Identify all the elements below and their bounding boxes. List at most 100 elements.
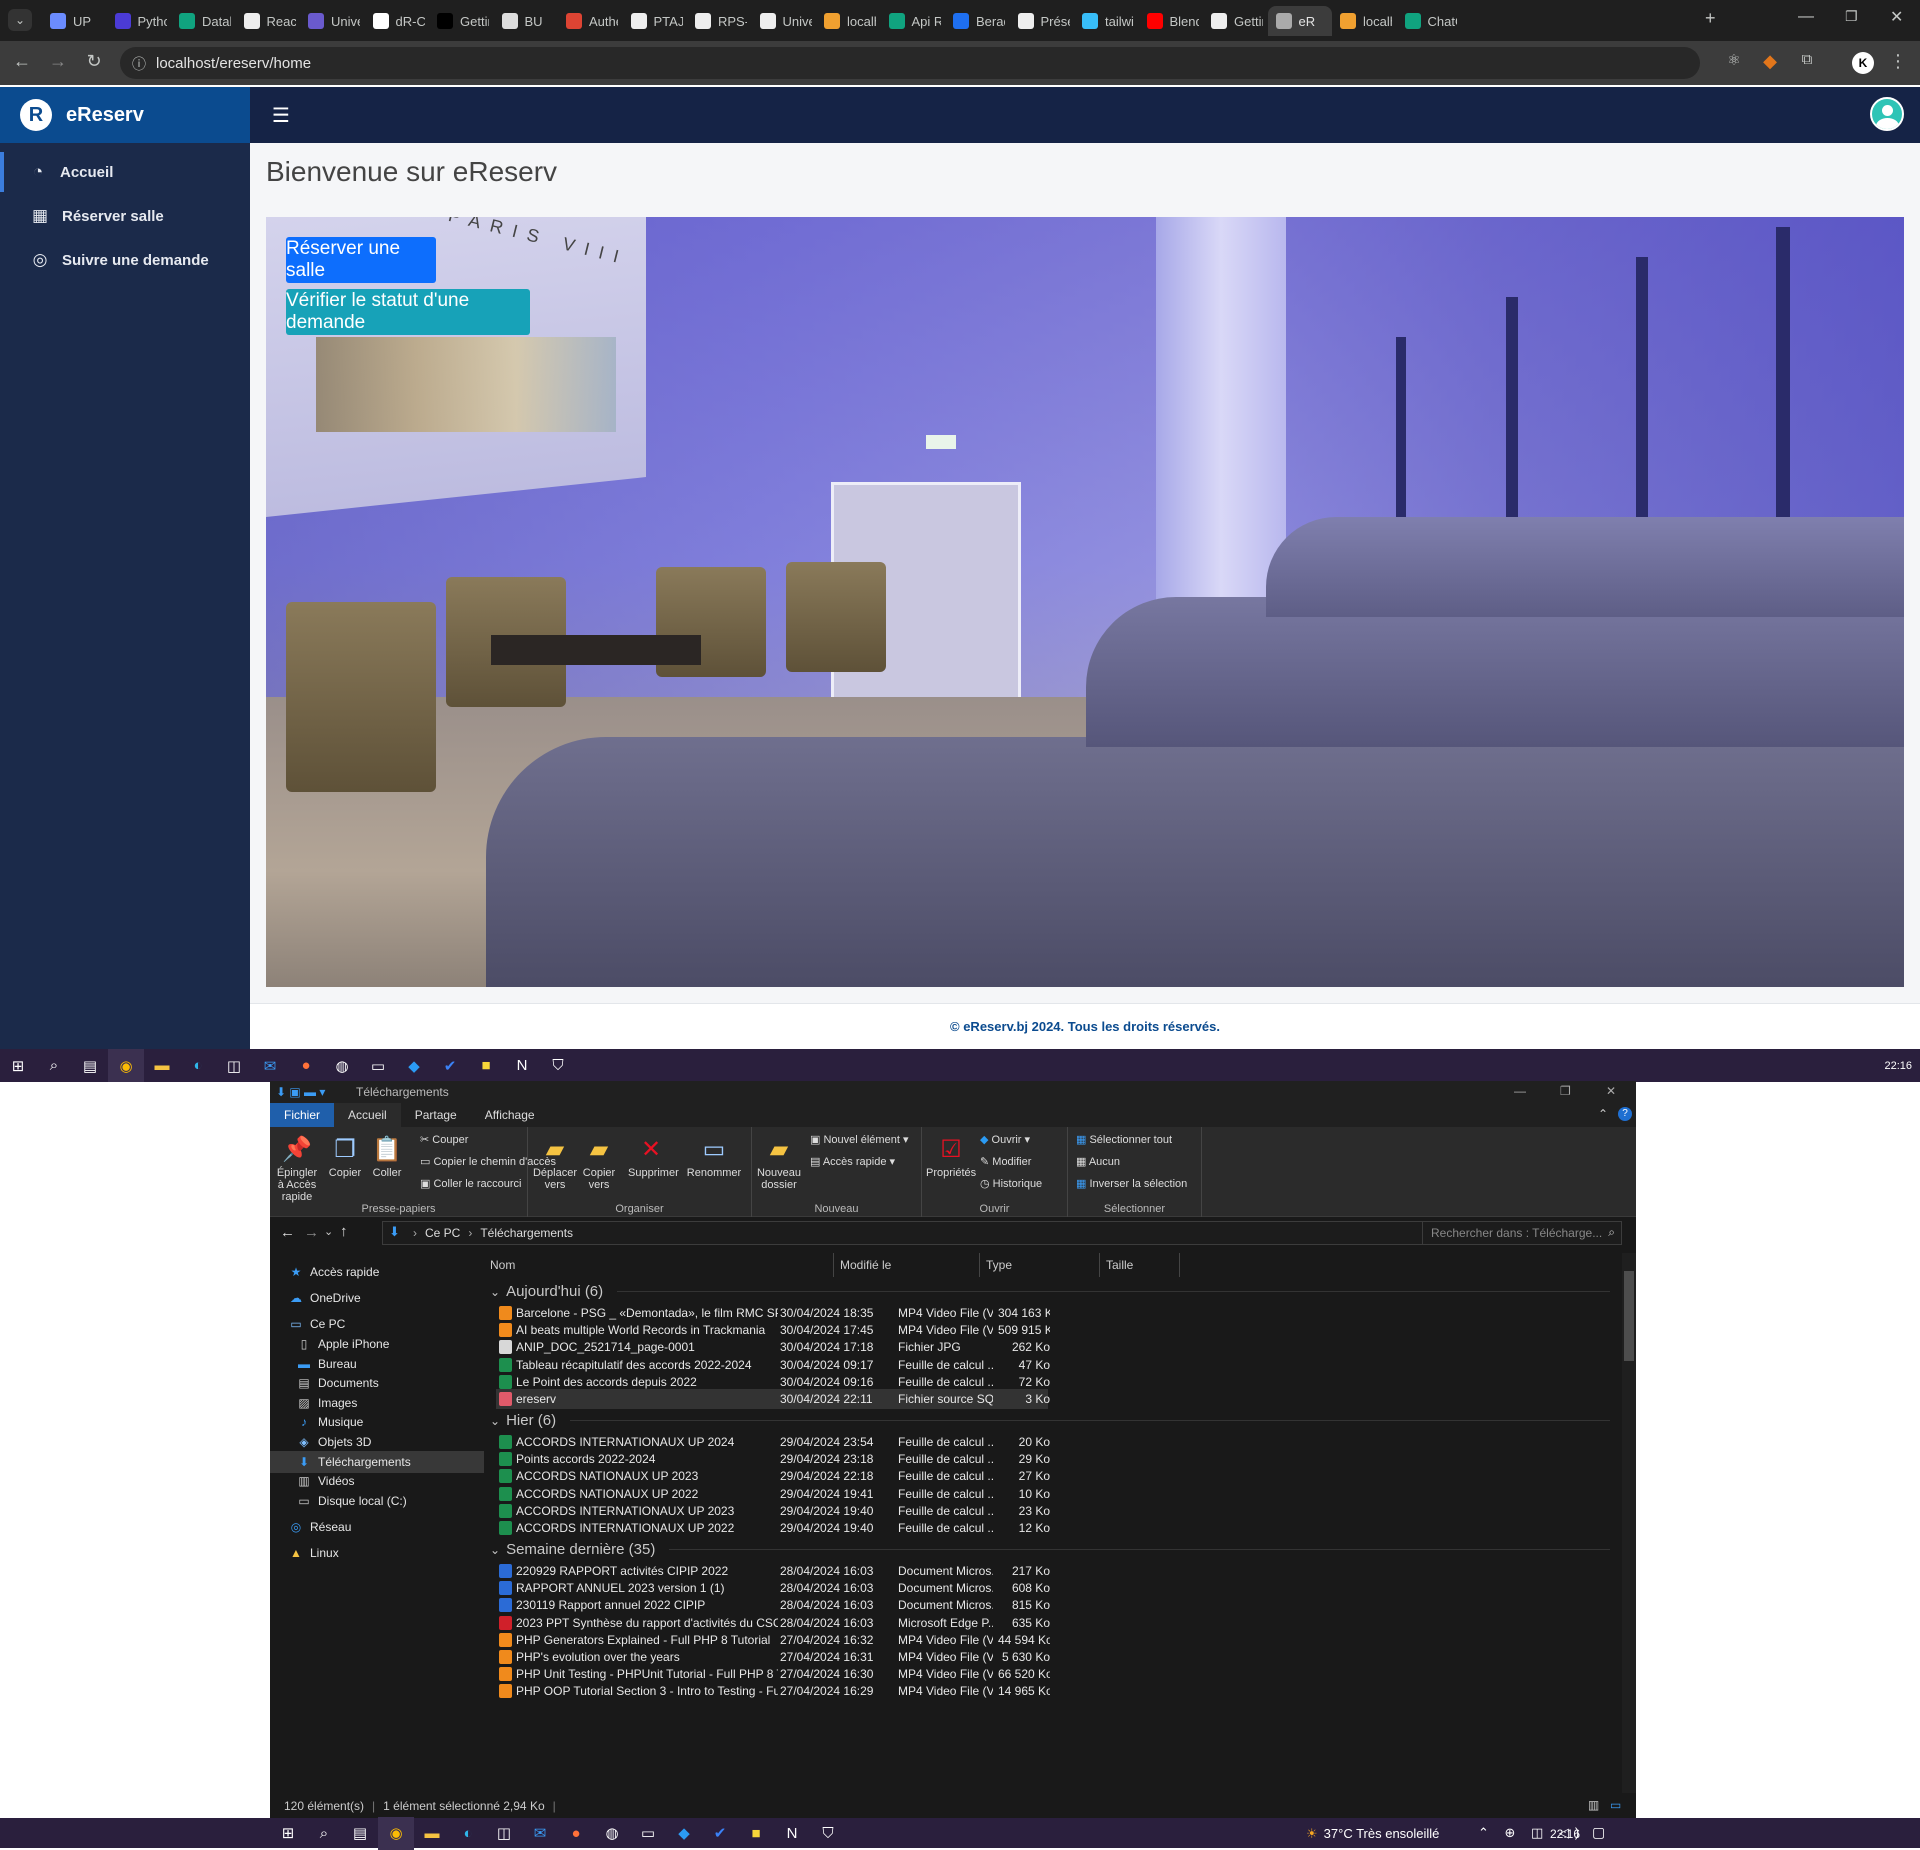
taskbar-clock[interactable]: 22:16: [1550, 1827, 1580, 1841]
weather-widget[interactable]: ☀ 37°C Très ensoleillé: [1306, 1826, 1439, 1842]
vscode-icon[interactable]: ◆: [666, 1817, 702, 1850]
site-info-icon[interactable]: ⓘ: [132, 54, 146, 74]
new-folder-button[interactable]: ▰ Nouveau dossier: [756, 1133, 802, 1191]
edit-button[interactable]: ✎ Modifier: [980, 1155, 1031, 1168]
properties-button[interactable]: ☑ Propriétés: [926, 1133, 976, 1179]
tab-fichier[interactable]: Fichier: [270, 1103, 335, 1127]
breadcrumb-ce-pc[interactable]: Ce PC: [425, 1226, 460, 1240]
nav-item[interactable]: ★ Accès rapide: [270, 1261, 484, 1283]
group-header[interactable]: ⌄ Aujourd'hui (6): [490, 1283, 1610, 1300]
sticky-notes-icon[interactable]: ■: [468, 1049, 504, 1082]
menu-kebab-icon[interactable]: ⋮: [1886, 51, 1910, 72]
browser-tab[interactable]: dR-Cc: [365, 6, 425, 36]
task-view-icon[interactable]: ▤: [342, 1817, 378, 1850]
todo-icon[interactable]: ✔: [432, 1049, 468, 1082]
group-header[interactable]: ⌄ Semaine dernière (35): [490, 1541, 1610, 1558]
browser-tab[interactable]: Blend: [1139, 6, 1199, 36]
github-icon[interactable]: ◍: [594, 1817, 630, 1850]
easy-access-button[interactable]: ▤ Accès rapide ▾: [810, 1155, 895, 1168]
browser-tab[interactable]: PTAJU: [623, 6, 683, 36]
delete-button[interactable]: ✕ Supprimer: [628, 1133, 679, 1179]
todo-icon[interactable]: ✔: [702, 1817, 738, 1850]
paste-button[interactable]: 📋 Coller: [364, 1133, 410, 1179]
browser-tab[interactable]: Préser: [1010, 6, 1070, 36]
paste-shortcut-button[interactable]: ▣ Coller le raccourci: [420, 1177, 521, 1190]
browser-tab[interactable]: BU: [494, 6, 554, 36]
nav-item[interactable]: ▭ Disque local (C:): [270, 1490, 484, 1512]
file-explorer-icon[interactable]: ▬: [414, 1817, 450, 1850]
minimize-icon[interactable]: —: [1514, 1084, 1526, 1098]
select-all-button[interactable]: ▦ Sélectionner tout: [1076, 1133, 1172, 1146]
open-button[interactable]: ◆ Ouvrir ▾: [980, 1133, 1030, 1146]
file-row[interactable]: ACCORDS INTERNATIONAUX UP 2022 29/04/2024…: [496, 1518, 1050, 1538]
forward-icon[interactable]: →: [304, 1224, 319, 1241]
new-tab-icon[interactable]: +: [1705, 8, 1716, 29]
browser-tab[interactable]: React: [236, 6, 296, 36]
column-header-name[interactable]: Nom: [484, 1253, 834, 1277]
check-status-button[interactable]: Vérifier le statut d'une demande: [286, 289, 530, 335]
nav-item[interactable]: ▭ Ce PC: [270, 1313, 484, 1335]
new-item-button[interactable]: ▣ Nouvel élément ▾: [810, 1133, 908, 1146]
browser-tab[interactable]: tailwin: [1074, 6, 1134, 36]
close-window-icon[interactable]: ✕: [1890, 7, 1903, 27]
address-bar[interactable]: ⓘ localhost/ereserv/home: [120, 47, 1700, 79]
vscode-icon[interactable]: ◆: [396, 1049, 432, 1082]
scrollbar[interactable]: [1622, 1253, 1636, 1793]
back-icon[interactable]: ←: [280, 1224, 295, 1241]
notification-icon[interactable]: ▢: [1592, 1824, 1605, 1841]
file-explorer-icon[interactable]: ▬: [144, 1049, 180, 1082]
rename-button[interactable]: ▭ Renommer: [684, 1133, 744, 1179]
mail-icon[interactable]: ✉: [252, 1049, 288, 1082]
file-row[interactable]: PHP OOP Tutorial Section 3 - Intro to Te…: [496, 1681, 1050, 1701]
details-view-icon[interactable]: ▥: [1588, 1798, 1599, 1812]
browser-tab[interactable]: RPS-F: [687, 6, 747, 36]
windows-start-icon[interactable]: ⊞: [270, 1817, 306, 1850]
quick-access-toolbar-icon[interactable]: ⬇ ▣ ▬ ▾: [276, 1085, 325, 1099]
nav-item[interactable]: ▲ Linux: [270, 1542, 484, 1564]
brand[interactable]: R eReserv: [0, 87, 250, 143]
notion-icon[interactable]: N: [774, 1817, 810, 1850]
nav-item[interactable]: ◈ Objets 3D: [270, 1431, 484, 1453]
collapse-ribbon-icon[interactable]: ⌃: [1598, 1107, 1608, 1121]
tab-accueil[interactable]: Accueil: [334, 1103, 401, 1127]
windows-start-icon[interactable]: ⊞: [0, 1049, 36, 1082]
browser-tab[interactable]: Unive: [300, 6, 360, 36]
search-icon[interactable]: ⌕: [306, 1817, 342, 1850]
browser-tab[interactable]: eR: [1267, 6, 1332, 36]
nav-item[interactable]: ☁ OneDrive: [270, 1287, 484, 1309]
back-icon[interactable]: ←: [10, 51, 34, 72]
move-to-button[interactable]: ▰ Déplacer vers: [532, 1133, 578, 1191]
browser-tab[interactable]: Unive: [752, 6, 812, 36]
extension-react-icon[interactable]: ⚛: [1722, 51, 1746, 69]
chrome-icon[interactable]: ◉: [378, 1816, 414, 1850]
nav-item[interactable]: ◎ Réseau: [270, 1516, 484, 1538]
forward-icon[interactable]: →: [46, 51, 70, 72]
browser-tab[interactable]: ChatG: [1397, 6, 1457, 36]
breadcrumb-telechargements[interactable]: Téléchargements: [480, 1226, 573, 1240]
chrome-icon[interactable]: ◉: [108, 1049, 144, 1082]
extension-fox-icon[interactable]: ◆: [1758, 51, 1782, 72]
security-icon[interactable]: ⛉: [810, 1817, 846, 1850]
browser-tab[interactable]: Api Re: [881, 6, 941, 36]
search-icon[interactable]: ⌕: [36, 1049, 72, 1082]
extensions-puzzle-icon[interactable]: ⧉: [1795, 51, 1819, 68]
github-icon[interactable]: ◍: [324, 1049, 360, 1082]
tab-search-icon[interactable]: ⌄: [8, 9, 32, 31]
browser-tab[interactable]: Berad: [945, 6, 1005, 36]
nav-item[interactable]: ▥ Vidéos: [270, 1470, 484, 1492]
help-icon[interactable]: ?: [1618, 1107, 1632, 1121]
cut-button[interactable]: ✂ Couper: [420, 1133, 468, 1146]
copy-to-button[interactable]: ▰ Copier vers: [576, 1133, 622, 1191]
restore-icon[interactable]: ❐: [1560, 1084, 1571, 1098]
notion-icon[interactable]: N: [504, 1049, 540, 1082]
nav-item[interactable]: ▯ Apple iPhone: [270, 1333, 484, 1355]
tab-partage[interactable]: Partage: [401, 1103, 471, 1127]
browser-tab[interactable]: UP: [42, 6, 102, 36]
browser-tab[interactable]: localh: [1332, 6, 1392, 36]
sidebar-item-reserver-salle[interactable]: ▦ Réserver salle: [0, 196, 250, 236]
store-icon[interactable]: ◫: [216, 1049, 252, 1082]
column-header-size[interactable]: Taille: [1100, 1253, 1180, 1277]
edge-icon[interactable]: ◐: [450, 1817, 486, 1850]
sticky-notes-icon[interactable]: ■: [738, 1817, 774, 1850]
mail-icon[interactable]: ✉: [522, 1817, 558, 1850]
